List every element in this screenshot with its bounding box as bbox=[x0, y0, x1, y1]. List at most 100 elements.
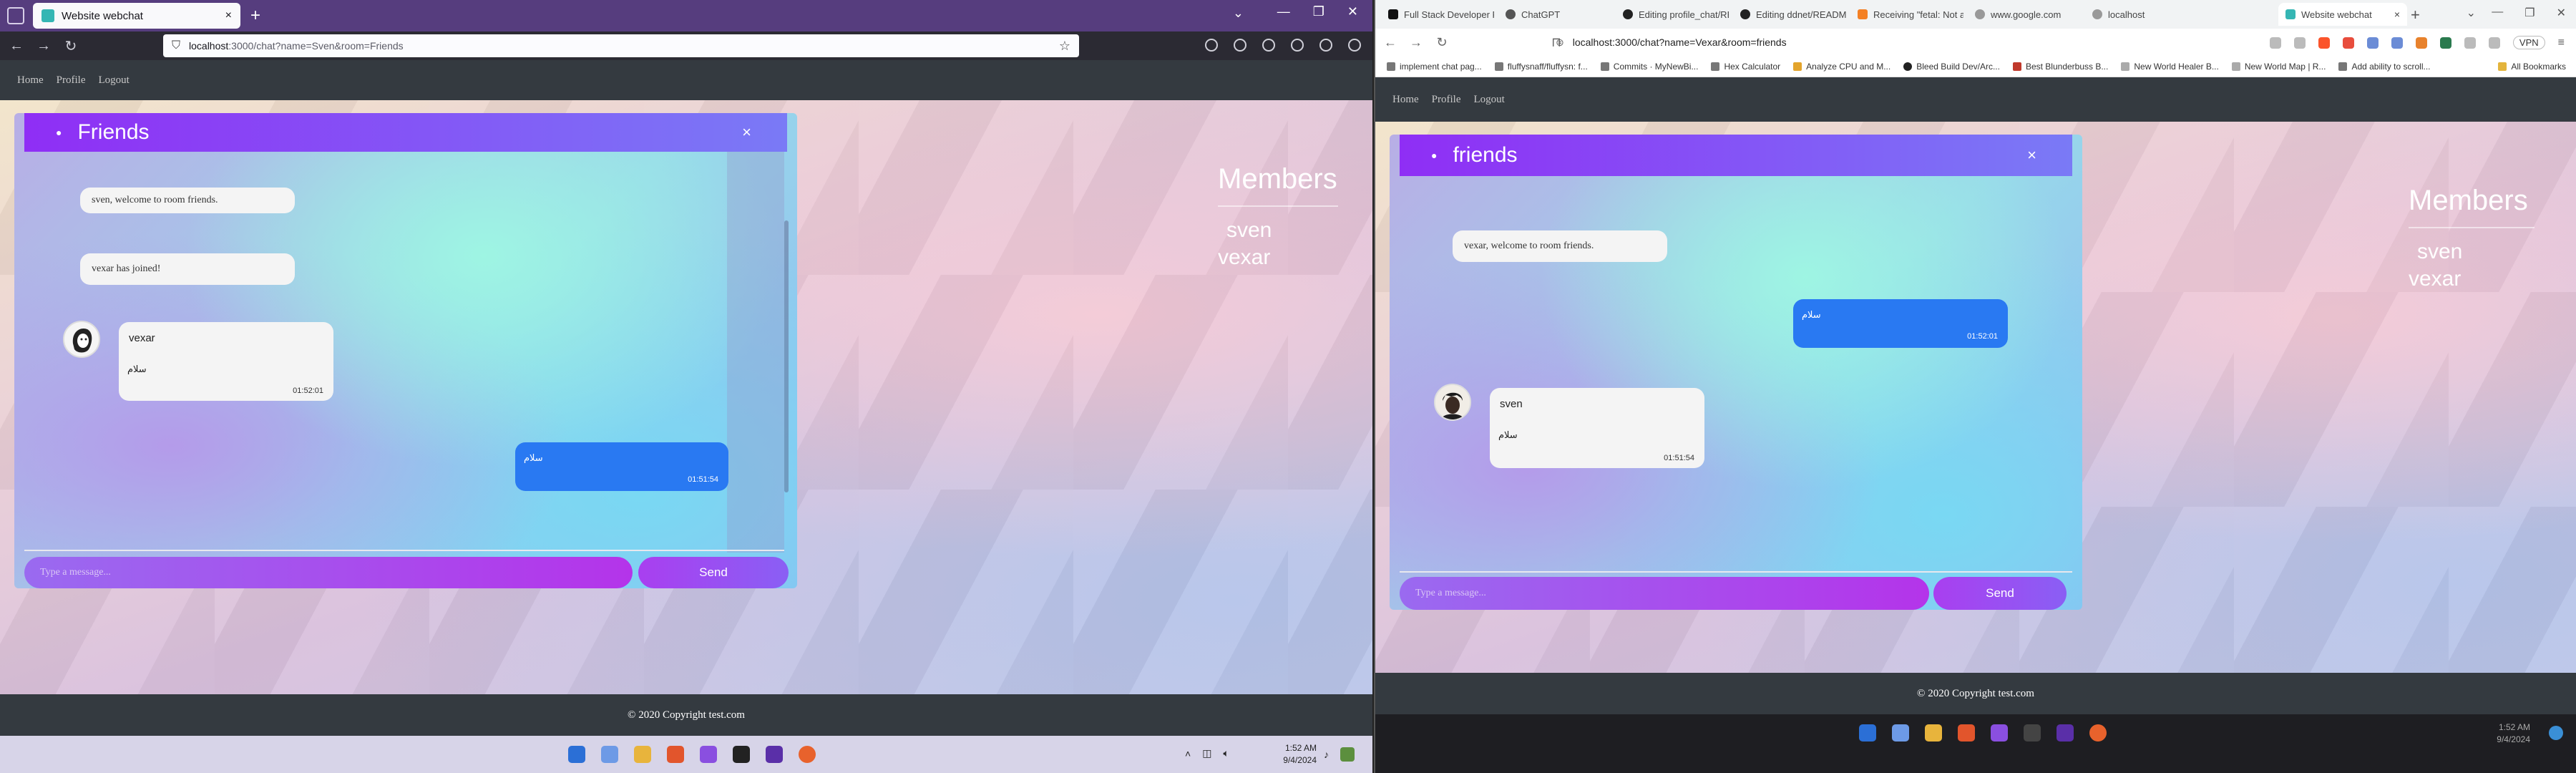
tor-icon[interactable] bbox=[766, 746, 783, 763]
bookmark-star-icon[interactable]: ☆ bbox=[1059, 39, 1070, 54]
clock[interactable]: 1:52 AM 9/4/2024 bbox=[2470, 721, 2530, 746]
site-info-icon[interactable]: ⊜ bbox=[1556, 37, 1564, 49]
minimize-icon[interactable]: — bbox=[2492, 6, 2503, 20]
tab-close-icon[interactable]: × bbox=[2394, 9, 2400, 20]
url-bar[interactable]: ⊜ localhost:3000/chat?name=Vexar&room=fr… bbox=[1556, 31, 2300, 53]
tab-search-chevron-icon[interactable]: ⌄ bbox=[2467, 6, 2476, 20]
file-explorer-icon[interactable] bbox=[634, 746, 651, 763]
clock[interactable]: 1:52 AM 9/4/2024 bbox=[1259, 742, 1317, 767]
send-button[interactable]: Send bbox=[1933, 577, 2067, 610]
back-icon[interactable]: ← bbox=[6, 38, 27, 54]
avatar-face-icon[interactable] bbox=[63, 321, 100, 358]
new-tab-button[interactable]: + bbox=[250, 6, 260, 26]
extension-icon[interactable] bbox=[2366, 37, 2379, 49]
menu-icon[interactable] bbox=[1348, 39, 1361, 52]
message-input[interactable]: Type a message... bbox=[24, 557, 633, 588]
widgets-icon[interactable] bbox=[601, 746, 618, 763]
firefox-icon[interactable] bbox=[2089, 724, 2107, 742]
forward-icon[interactable]: → bbox=[1405, 35, 1427, 50]
url-bar[interactable]: ⛉ localhost:3000/chat?name=Sven&room=Fri… bbox=[163, 34, 1079, 57]
file-explorer-icon[interactable] bbox=[1925, 724, 1942, 742]
extension-icon[interactable] bbox=[2439, 37, 2451, 49]
chat-close-icon[interactable]: × bbox=[742, 123, 751, 142]
scrollbar-thumb[interactable] bbox=[784, 220, 789, 492]
network-icon[interactable]: ◫ bbox=[1202, 747, 1211, 759]
copilot-icon[interactable] bbox=[1340, 747, 1355, 762]
bookmark-item[interactable]: Bleed Build Dev/Arc... bbox=[1903, 62, 2000, 72]
firefox-icon[interactable] bbox=[799, 746, 816, 763]
close-window-icon[interactable]: ✕ bbox=[1347, 4, 1358, 19]
sidebar-icon[interactable] bbox=[2464, 37, 2476, 49]
minimize-icon[interactable]: — bbox=[1277, 4, 1290, 19]
app-icon[interactable] bbox=[700, 746, 717, 763]
all-bookmarks[interactable]: All Bookmarks bbox=[2498, 62, 2566, 72]
start-icon[interactable] bbox=[1859, 724, 1876, 742]
volume-icon[interactable]: 🔈︎ bbox=[1223, 747, 1229, 759]
copilot-icon[interactable] bbox=[2549, 726, 2563, 740]
app-icon[interactable] bbox=[1991, 724, 2008, 742]
tab-github[interactable]: Editing ddnet/READMI... bbox=[1733, 3, 1846, 26]
extension-icon[interactable] bbox=[2391, 37, 2403, 49]
nav-home[interactable]: Home bbox=[1392, 94, 1419, 106]
tab-close-icon[interactable]: × bbox=[225, 9, 232, 22]
reload-icon[interactable]: ↻ bbox=[60, 37, 82, 55]
bookmark-item[interactable]: New World Healer B... bbox=[2121, 62, 2219, 72]
bookmark-item[interactable]: Analyze CPU and M... bbox=[1793, 62, 1890, 72]
bell-icon[interactable]: ♪ bbox=[1324, 749, 1329, 760]
cast-icon[interactable] bbox=[2269, 37, 2281, 49]
tab-stack[interactable]: Receiving "fetal: Not a g... bbox=[1850, 3, 1963, 26]
nav-profile[interactable]: Profile bbox=[57, 74, 86, 87]
new-tab-button[interactable]: + bbox=[2411, 6, 2420, 24]
back-icon[interactable]: ← bbox=[1380, 35, 1401, 50]
puzzle-icon[interactable] bbox=[1319, 39, 1332, 52]
close-window-icon[interactable]: ✕ bbox=[2557, 6, 2566, 20]
share-icon[interactable] bbox=[2293, 37, 2306, 49]
firefox-tab-active[interactable]: Website webchat × bbox=[33, 3, 240, 29]
url-text[interactable]: localhost:3000/chat?name=Sven&room=Frien… bbox=[189, 40, 1050, 52]
tab-chatgpt[interactable]: ChatGPT bbox=[1498, 3, 1611, 26]
forward-icon[interactable]: → bbox=[33, 38, 54, 54]
start-icon[interactable] bbox=[568, 746, 585, 763]
bookmark-item[interactable]: Best Blunderbuss B... bbox=[2012, 62, 2108, 72]
menu-icon[interactable]: ≡ bbox=[2558, 37, 2565, 49]
maximize-icon[interactable]: ❐ bbox=[2524, 6, 2534, 20]
widgets-icon[interactable] bbox=[1892, 724, 1909, 742]
bookmark-item[interactable]: Commits · MyNewBi... bbox=[1600, 62, 1698, 72]
nav-home[interactable]: Home bbox=[17, 74, 44, 87]
brave-icon[interactable] bbox=[667, 746, 684, 763]
nav-profile[interactable]: Profile bbox=[1432, 94, 1461, 106]
shield-ext-icon[interactable] bbox=[1291, 39, 1304, 52]
avatar-dark-icon[interactable] bbox=[1434, 384, 1471, 421]
bookmark-item[interactable]: fluffysnaff/fluffysn: f... bbox=[1494, 62, 1588, 72]
extension-icon[interactable] bbox=[1262, 39, 1275, 52]
send-button[interactable]: Send bbox=[638, 557, 789, 588]
brave-rewards-icon[interactable] bbox=[2342, 37, 2354, 49]
tab-webchat-active[interactable]: Website webchat × bbox=[2278, 3, 2407, 26]
tab-github[interactable]: Editing profile_chat/RE... bbox=[1616, 3, 1729, 26]
tab-list-chevron-icon[interactable]: ⌄ bbox=[1233, 6, 1244, 21]
reload-icon[interactable]: ↻ bbox=[1431, 35, 1453, 50]
pocket-icon[interactable] bbox=[1205, 39, 1218, 52]
metamask-icon[interactable] bbox=[2415, 37, 2427, 49]
brave-icon[interactable] bbox=[1958, 724, 1975, 742]
wallet-icon[interactable] bbox=[2488, 37, 2500, 49]
vpn-button[interactable]: VPN bbox=[2512, 36, 2545, 49]
message-input[interactable]: Type a message... bbox=[1400, 577, 1929, 610]
tor-icon[interactable] bbox=[2057, 724, 2074, 742]
bookmark-item[interactable]: New World Map | R... bbox=[2231, 62, 2326, 72]
firefox-view-icon[interactable] bbox=[7, 7, 24, 24]
shield-icon[interactable]: ⛉ bbox=[172, 39, 180, 52]
tab-x[interactable]: Full Stack Developer Ro... bbox=[1381, 3, 1494, 26]
bookmark-item[interactable]: Add ability to scroll... bbox=[2338, 62, 2430, 72]
messages-scroll-area[interactable] bbox=[727, 152, 784, 553]
chat-close-icon[interactable]: × bbox=[2027, 146, 2036, 165]
maximize-icon[interactable]: ❐ bbox=[1313, 4, 1324, 19]
terminal-icon[interactable] bbox=[733, 746, 750, 763]
bookmark-item[interactable]: implement chat pag... bbox=[1387, 62, 1482, 72]
brave-shields-icon[interactable] bbox=[2318, 37, 2330, 49]
url-text[interactable]: localhost:3000/chat?name=Vexar&room=frie… bbox=[1573, 37, 1787, 48]
tab-localhost[interactable]: localhost bbox=[2085, 3, 2198, 26]
tab-google[interactable]: www.google.com bbox=[1968, 3, 2081, 26]
nav-logout[interactable]: Logout bbox=[99, 74, 130, 87]
account-icon[interactable] bbox=[1234, 39, 1246, 52]
